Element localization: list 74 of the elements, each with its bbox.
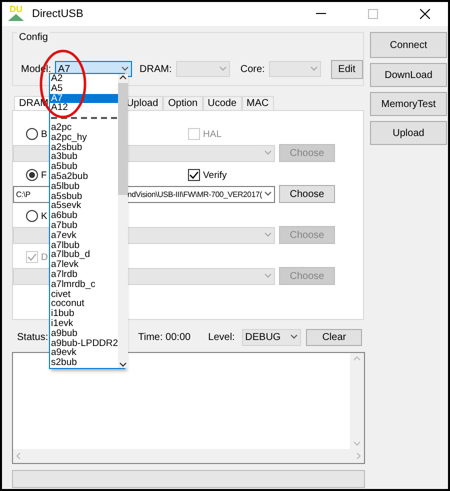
- scroll-thumb[interactable]: [118, 83, 128, 195]
- caret-icon: [120, 66, 129, 72]
- side-button[interactable]: Upload: [370, 121, 447, 145]
- dram-label: DRAM:: [140, 64, 172, 74]
- side-button[interactable]: MemoryTest: [370, 92, 447, 116]
- close-icon: [420, 9, 430, 19]
- scroll-left-icon: [15, 453, 23, 459]
- status-label: Status:: [17, 332, 48, 342]
- side-button[interactable]: DownLoad: [370, 63, 447, 87]
- dropdown-item[interactable]: s2bub: [50, 358, 118, 368]
- dropdown-item[interactable]: a7lbub: [50, 240, 118, 250]
- dropdown-item[interactable]: A5: [50, 84, 118, 94]
- scroll-up-icon: [353, 355, 361, 361]
- dropdown-item[interactable]: a7lrdb: [50, 270, 118, 280]
- caret-icon: [264, 232, 272, 238]
- dropdown-item[interactable]: a6bub: [50, 211, 118, 221]
- dropdown-item[interactable]: a3bub: [50, 152, 118, 162]
- group-legend: Config: [17, 32, 50, 43]
- caret-icon: [290, 334, 298, 340]
- dropdown-item[interactable]: a7lmrdb_c: [50, 280, 118, 290]
- caret-icon: [264, 150, 272, 156]
- caret-icon: [264, 273, 272, 279]
- dropdown-item[interactable]: a9bub: [50, 328, 118, 339]
- dropdown-item[interactable]: a5bub: [50, 162, 118, 172]
- dropdown-item[interactable]: a2pc_hy: [50, 132, 118, 143]
- caret-icon: [310, 66, 318, 72]
- scroll-down-icon: [119, 362, 128, 368]
- core-label: Core:: [240, 64, 265, 74]
- dropdown-item[interactable]: civet: [50, 290, 118, 300]
- dropdown-item[interactable]: a5sbub: [50, 192, 118, 202]
- dropdown-item[interactable]: coconut: [50, 299, 118, 310]
- checkbox-option[interactable]: Verify: [188, 169, 227, 181]
- dropdown-item[interactable]: a9bub-LPDDR2: [50, 338, 118, 348]
- dropdown-item[interactable]: a7bub: [50, 220, 118, 231]
- maximize-icon: [368, 9, 378, 19]
- time-label: Time: 00:00: [138, 332, 192, 342]
- caret-icon: [219, 66, 228, 72]
- checkmark-icon: [27, 252, 37, 262]
- logo-text: DU: [10, 5, 22, 14]
- edit-button[interactable]: Edit: [330, 60, 364, 78]
- dropdown-item[interactable]: A7: [50, 94, 118, 104]
- dram-select[interactable]: [176, 61, 230, 77]
- window-title: DirectUSB: [32, 8, 84, 20]
- dropdown-item[interactable]: a2pc: [50, 122, 118, 133]
- scroll-down-icon: [353, 441, 361, 447]
- dropdown-item[interactable]: a5sevk: [50, 201, 118, 212]
- dropdown-item[interactable]: a7evk: [50, 230, 118, 241]
- minimize-icon: [316, 13, 326, 15]
- scroll-right-icon: [354, 453, 362, 459]
- dropdown-item[interactable]: A2: [50, 74, 118, 84]
- dropdown-item[interactable]: a9evk: [50, 348, 118, 358]
- scroll-up-icon: [119, 74, 128, 80]
- clear-button[interactable]: Clear: [306, 328, 362, 346]
- level-select[interactable]: DEBUG: [242, 328, 302, 346]
- side-button[interactable]: Connect: [370, 32, 447, 58]
- tab[interactable]: Ucode: [202, 96, 242, 110]
- scrollbar[interactable]: [13, 449, 364, 463]
- core-select[interactable]: [268, 61, 321, 77]
- dropdown-item[interactable]: a7lbub_d: [50, 250, 118, 260]
- dropdown-item[interactable]: i1bub: [50, 309, 118, 319]
- dropdown-item[interactable]: a2sbub: [50, 142, 118, 152]
- scrollbar[interactable]: [118, 74, 128, 368]
- tab[interactable]: Option: [163, 96, 203, 110]
- level-label: Level:: [208, 332, 236, 342]
- separator-line: [51, 117, 118, 120]
- tab[interactable]: MAC: [242, 96, 274, 110]
- dropdown-item[interactable]: i1evk: [50, 318, 118, 329]
- dropdown-item[interactable]: a5a2bub: [50, 172, 118, 182]
- checkmark-icon: [189, 170, 199, 180]
- caret-icon: [264, 191, 272, 197]
- mountain-icon: [8, 14, 24, 21]
- choose-button[interactable]: Choose: [279, 185, 335, 203]
- dropdown-item[interactable]: a7levk: [50, 260, 118, 270]
- scrollbar[interactable]: [350, 353, 364, 449]
